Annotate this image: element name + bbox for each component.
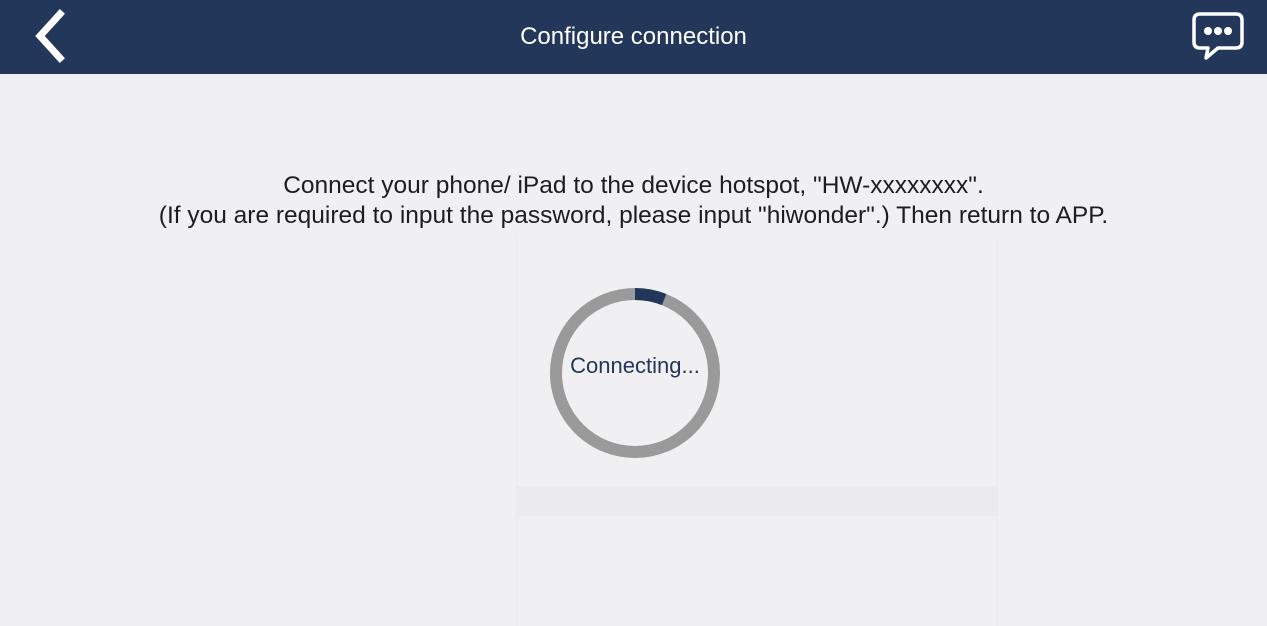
- chat-button[interactable]: [1188, 8, 1248, 64]
- top-navigation-bar: Configure connection: [0, 0, 1267, 74]
- chat-bubble-icon: [1192, 12, 1244, 60]
- instructions-line-2: (If you are required to input the passwo…: [158, 202, 1109, 229]
- background-panel-bar: [517, 486, 997, 516]
- page-title: Configure connection: [520, 23, 747, 50]
- back-button[interactable]: [26, 4, 78, 68]
- instructions-line-1: Connect your phone/ iPad to the device h…: [283, 172, 984, 199]
- instructions-text: Connect your phone/ iPad to the device h…: [0, 171, 1267, 231]
- chevron-left-icon: [35, 9, 65, 63]
- connection-status-text: Connecting...: [570, 353, 700, 378]
